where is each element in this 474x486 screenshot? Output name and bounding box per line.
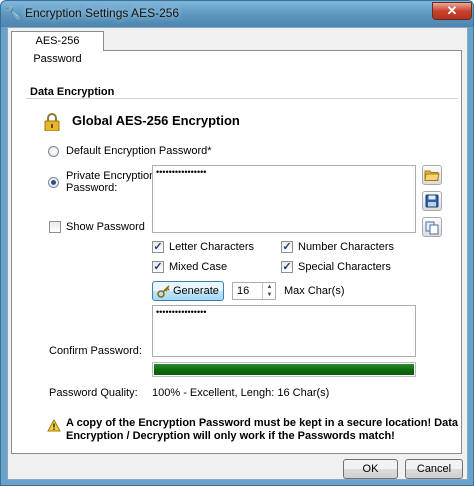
page-heading: Global AES-256 Encryption bbox=[72, 113, 240, 128]
mixed-case-checkbox[interactable]: ✓ bbox=[152, 261, 164, 273]
length-stepper[interactable]: 16 ▲ ▼ bbox=[232, 282, 276, 300]
tab-panel: Data Encryption Global AES-256 Encryptio… bbox=[11, 50, 462, 454]
lock-icon bbox=[44, 113, 60, 132]
tab-aes-256-password[interactable]: AES-256 Password bbox=[11, 31, 104, 65]
save-button[interactable] bbox=[422, 191, 442, 211]
password-quality-fill bbox=[154, 364, 414, 375]
warning-text-line2: Encryption / Decryption will only work i… bbox=[66, 430, 395, 442]
password-quality-text: 100% - Excellent, Lengh: 16 Char(s) bbox=[152, 387, 330, 399]
generate-label: Generate bbox=[173, 285, 219, 297]
dialog-client: AES-256 Password Data Encryption Global … bbox=[7, 27, 468, 480]
special-characters-label[interactable]: Special Characters bbox=[298, 261, 391, 273]
warning-icon bbox=[47, 418, 61, 432]
group-divider bbox=[26, 98, 458, 99]
show-password-label[interactable]: Show Password bbox=[66, 221, 145, 233]
private-password-radio[interactable] bbox=[48, 177, 59, 188]
length-value: 16 bbox=[237, 285, 250, 297]
number-characters-checkbox[interactable]: ✓ bbox=[281, 241, 293, 253]
number-characters-label[interactable]: Number Characters bbox=[298, 241, 394, 253]
tools-icon: 🔧 bbox=[5, 5, 22, 20]
password-quality-label: Password Quality: bbox=[49, 387, 138, 399]
warning-text-line1: A copy of the Encryption Password must b… bbox=[66, 417, 459, 429]
password-field[interactable]: •••••••••••••••• bbox=[152, 165, 416, 233]
generate-button[interactable]: Generate bbox=[152, 281, 224, 301]
window-title: Encryption Settings AES-256 bbox=[25, 6, 180, 20]
letter-characters-checkbox[interactable]: ✓ bbox=[152, 241, 164, 253]
copy-button[interactable] bbox=[422, 217, 442, 237]
cancel-button[interactable]: Cancel bbox=[405, 459, 463, 479]
default-password-label[interactable]: Default Encryption Password* bbox=[66, 145, 212, 157]
stepper-up-button[interactable]: ▲ bbox=[262, 283, 276, 291]
mixed-case-label[interactable]: Mixed Case bbox=[169, 261, 227, 273]
special-characters-checkbox[interactable]: ✓ bbox=[281, 261, 293, 273]
floppy-disk-icon bbox=[425, 194, 439, 208]
open-folder-button[interactable] bbox=[422, 165, 442, 185]
private-password-label-1[interactable]: Private Encryption bbox=[66, 170, 155, 182]
letter-characters-label[interactable]: Letter Characters bbox=[169, 241, 254, 253]
max-chars-label: Max Char(s) bbox=[284, 285, 345, 297]
folder-icon bbox=[424, 170, 440, 181]
confirm-password-field[interactable]: •••••••••••••••• bbox=[152, 305, 416, 357]
group-title: Data Encryption bbox=[30, 86, 118, 98]
private-password-label-2[interactable]: Password: bbox=[66, 182, 117, 194]
password-quality-bar bbox=[152, 362, 416, 377]
stepper-down-button[interactable]: ▼ bbox=[262, 291, 276, 299]
ok-button[interactable]: OK bbox=[343, 459, 398, 479]
copy-icon bbox=[425, 221, 439, 235]
key-icon bbox=[157, 284, 171, 298]
show-password-checkbox[interactable] bbox=[49, 221, 61, 233]
default-password-radio[interactable] bbox=[48, 146, 59, 157]
title-bar[interactable]: 🔧 Encryption Settings AES-256 ✕ bbox=[1, 1, 473, 27]
confirm-password-label: Confirm Password: bbox=[49, 345, 142, 357]
close-button[interactable]: ✕ bbox=[432, 2, 472, 20]
encryption-settings-window: 🔧 Encryption Settings AES-256 ✕ AES-256 … bbox=[0, 0, 474, 486]
